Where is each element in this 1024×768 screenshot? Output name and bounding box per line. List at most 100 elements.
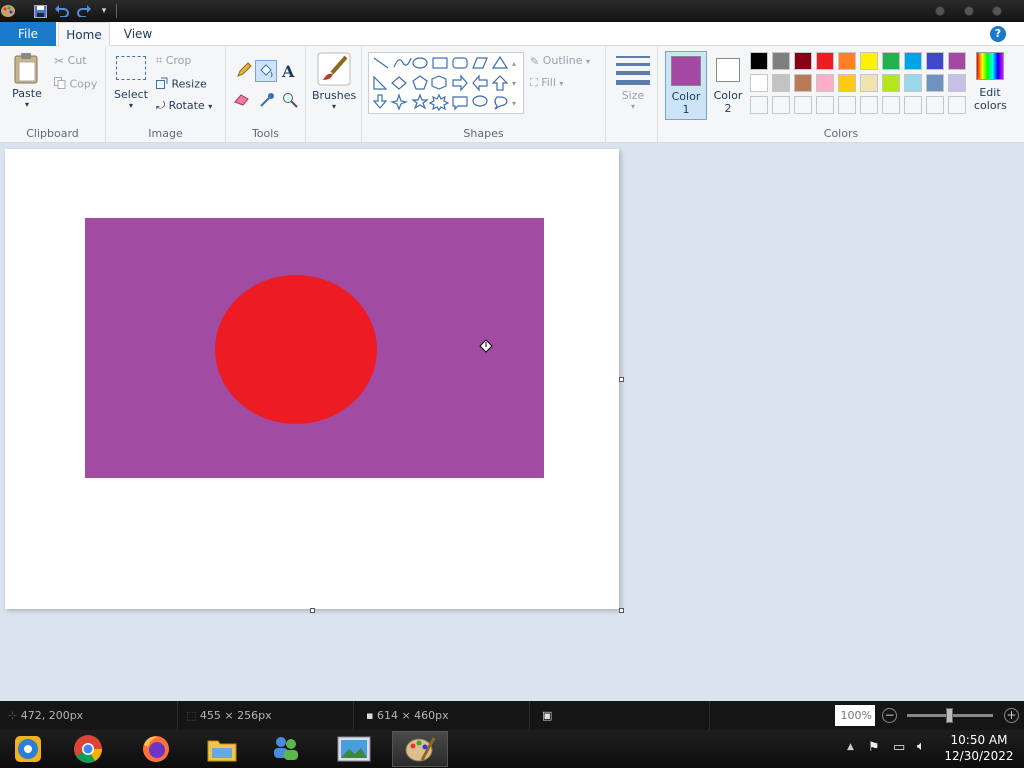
edit-colors-button[interactable]: Edit colors [974,52,1007,112]
palette-swatch[interactable] [750,74,768,92]
color1-label: Color [671,90,701,103]
palette-swatch[interactable] [948,52,966,70]
palette-swatch[interactable] [904,74,922,92]
resize-handle-corner[interactable] [619,608,624,613]
zoom-in-button[interactable]: + [1004,708,1019,723]
network-people-taskbar-button[interactable] [258,731,314,767]
pencil-tool[interactable] [234,62,254,82]
custom-color-slot[interactable] [816,96,834,114]
fill-dropdown-icon: ▾ [559,79,564,88]
palette-swatch[interactable] [948,74,966,92]
zoom-out-button[interactable]: − [882,708,897,723]
custom-color-slot[interactable] [750,96,768,114]
color1-button[interactable]: Color 1 [665,51,707,120]
palette-swatch[interactable] [794,52,812,70]
tab-file[interactable]: File [0,22,56,46]
paint-app-icon[interactable] [0,3,16,19]
rotate-label: Rotate [168,99,205,112]
custom-color-slot[interactable] [948,96,966,114]
clock[interactable]: 10:50 AM 12/30/2022 [938,732,1020,764]
brushes-button[interactable]: Brushes ▾ [312,52,356,111]
chrome-taskbar-button[interactable] [60,731,116,767]
custom-color-slot[interactable] [838,96,856,114]
paste-button[interactable]: Paste ▾ [10,52,44,114]
brushes-label: Brushes [312,89,357,102]
help-icon[interactable]: ? [990,26,1006,42]
color2-button[interactable]: Color 2 [708,51,748,120]
rotate-button[interactable]: ⤾ Rotate ▾ [156,99,212,113]
redo-icon[interactable] [76,3,92,19]
eraser-tool[interactable] [234,92,250,109]
cut-button[interactable]: ✂ Cut [54,54,87,68]
fill-tool[interactable] [255,60,277,82]
close-button[interactable] [992,6,1002,16]
resize-handle-right[interactable] [619,377,624,382]
palette-swatch[interactable] [838,52,856,70]
palette-swatch[interactable] [904,52,922,70]
maximize-button[interactable] [964,6,974,16]
resize-button[interactable]: Resize [156,77,207,92]
clipboard-group: Paste ▾ ✂ Cut Copy Clipboard [0,46,106,143]
firefox-taskbar-button[interactable] [128,731,184,767]
file-explorer-taskbar-button[interactable] [194,731,250,767]
palette-swatch[interactable] [882,52,900,70]
copy-icon [54,77,66,92]
paint-canvas[interactable] [5,149,619,609]
tab-view[interactable]: View [116,22,160,46]
size-button[interactable]: Size ▾ [616,54,650,111]
palette-swatch[interactable] [860,52,878,70]
palette-swatch[interactable] [794,74,812,92]
palette-swatch[interactable] [926,52,944,70]
paint-taskbar-button[interactable] [392,731,448,767]
custom-color-slot[interactable] [882,96,900,114]
custom-color-slot[interactable] [904,96,922,114]
shapes-gallery-icons[interactable] [369,53,525,115]
palette-swatch[interactable] [838,74,856,92]
photos-taskbar-button[interactable] [326,731,382,767]
show-hidden-icons-button[interactable]: ▲ [847,742,854,752]
custom-color-slot[interactable] [860,96,878,114]
palette-swatch[interactable] [882,74,900,92]
shapes-scroll-icons[interactable]: ▴ ▾ ▾ [512,54,516,114]
clock-time: 10:50 AM [950,733,1008,747]
select-button[interactable]: Select ▾ [114,56,148,110]
resize-handle-bottom[interactable] [310,608,315,613]
image-group-label: Image [148,127,183,140]
save-icon[interactable] [32,3,48,19]
zoom-percentage: 100% [835,705,875,726]
palette-swatch[interactable] [816,74,834,92]
tab-home[interactable]: Home [58,22,110,47]
chrome-canary-taskbar-button[interactable] [0,731,56,767]
palette-swatch[interactable] [860,74,878,92]
custom-color-slot[interactable] [926,96,944,114]
canvas-area[interactable] [0,143,1024,701]
red-ellipse [215,275,377,424]
color-picker-tool[interactable] [259,92,275,111]
palette-swatch[interactable] [926,74,944,92]
pencil-icon [237,62,252,77]
custom-color-slot[interactable] [794,96,812,114]
zoom-slider-thumb[interactable] [946,708,953,723]
network-icon[interactable]: ▭ [893,740,905,755]
outline-button[interactable]: ✎ Outline ▾ [530,54,590,68]
fill-button[interactable]: ⛶ Fill ▾ [530,76,563,90]
fill-cursor-icon [478,338,494,357]
color2-swatch [716,58,740,82]
palette-swatch[interactable] [750,52,768,70]
minimize-button[interactable] [935,6,945,16]
custom-color-slot[interactable] [772,96,790,114]
crop-label: Crop [165,54,192,67]
paint-palette-icon [405,737,436,762]
customize-quick-access-icon[interactable]: ▾ [96,3,112,19]
magnifier-tool[interactable] [282,92,298,111]
palette-swatch[interactable] [816,52,834,70]
volume-icon[interactable]: 🔈︎ [917,739,925,754]
crop-button[interactable]: ⌗ Crop [156,54,191,68]
undo-icon[interactable] [54,3,70,19]
action-center-flag-icon[interactable]: ⚑ [868,740,880,755]
firefox-icon [143,736,169,762]
copy-button[interactable]: Copy [54,77,97,92]
palette-swatch[interactable] [772,52,790,70]
text-tool[interactable]: A [282,62,294,81]
palette-swatch[interactable] [772,74,790,92]
